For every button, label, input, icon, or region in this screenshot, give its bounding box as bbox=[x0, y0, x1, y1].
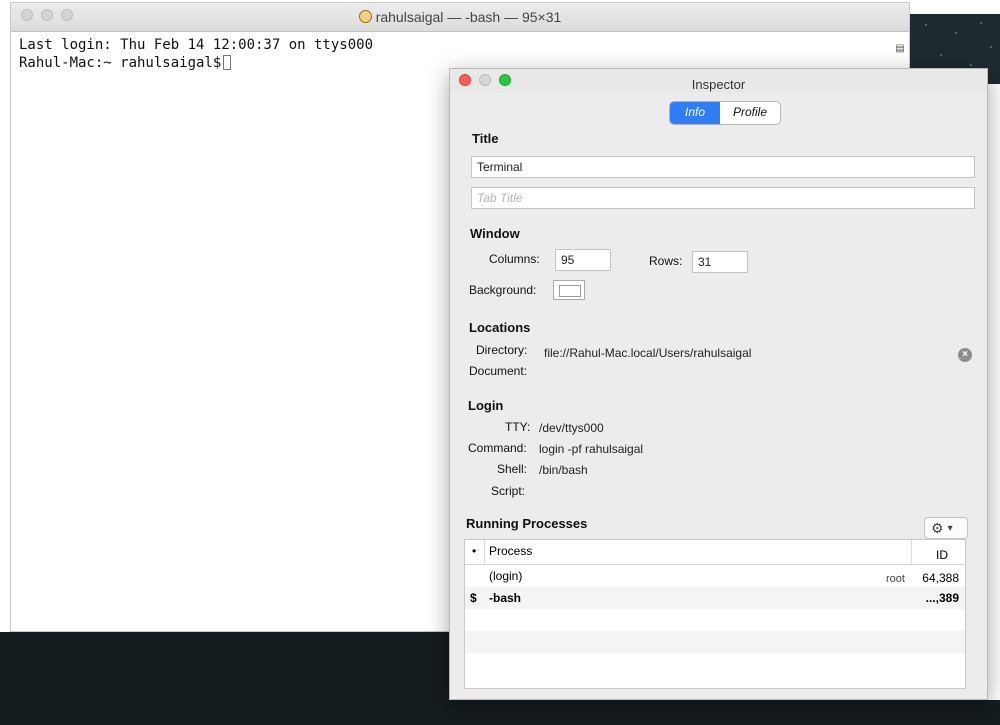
process-name: -bash bbox=[489, 591, 522, 605]
directory-label: Directory: bbox=[476, 343, 528, 357]
window-section-heading: Window bbox=[470, 226, 520, 241]
table-row[interactable]: $ -bash ...,389 bbox=[465, 587, 965, 609]
chevron-down-icon: ▾ bbox=[947, 523, 953, 534]
columns-label: Columns: bbox=[489, 252, 540, 266]
column-header-process[interactable]: Process bbox=[489, 544, 532, 558]
locations-section-heading: Locations bbox=[469, 320, 531, 335]
desktop-background-bottom bbox=[0, 632, 460, 725]
running-processes-heading: Running Processes bbox=[466, 516, 588, 531]
table-row-empty bbox=[465, 609, 965, 631]
table-row[interactable]: (login) root 64,388 bbox=[465, 565, 965, 587]
rows-field[interactable] bbox=[692, 251, 748, 273]
desktop-background-bottom-right bbox=[450, 700, 1000, 725]
gear-icon: ⚙ bbox=[931, 520, 944, 536]
scroll-handle-icon[interactable]: ▤ bbox=[895, 43, 905, 55]
tab-profile[interactable]: Profile bbox=[720, 102, 780, 124]
terminal-title-text: rahulsaigal — -bash — 95×31 bbox=[375, 9, 562, 25]
login-section-heading: Login bbox=[468, 398, 504, 413]
inspector-titlebar[interactable]: Inspector bbox=[450, 69, 987, 93]
script-label: Script: bbox=[491, 484, 526, 498]
command-value: login -pf rahulsaigal bbox=[539, 442, 644, 456]
inspector-window: Inspector Info Profile Title Window Colu… bbox=[449, 68, 988, 700]
document-label: Document: bbox=[469, 364, 528, 378]
clear-directory-icon[interactable]: × bbox=[958, 348, 972, 362]
tty-label: TTY: bbox=[505, 420, 531, 434]
columns-field[interactable] bbox=[555, 249, 611, 271]
inspector-tab-control: Info Profile bbox=[669, 101, 781, 125]
terminal-title: rahulsaigal — -bash — 95×31 bbox=[11, 9, 909, 25]
title-field[interactable] bbox=[471, 156, 975, 178]
background-color-well[interactable] bbox=[553, 280, 585, 300]
tab-title-field[interactable] bbox=[471, 187, 975, 209]
command-label: Command: bbox=[468, 441, 527, 455]
process-table: • Process ID (login) root 64,388 $ -bash… bbox=[464, 539, 966, 689]
background-label: Background: bbox=[469, 283, 537, 297]
tab-info[interactable]: Info bbox=[670, 102, 720, 124]
process-table-header: • Process ID bbox=[465, 540, 965, 565]
process-id: 64,388 bbox=[922, 571, 959, 585]
directory-value: file://Rahul-Mac.local/Users/rahulsaigal bbox=[544, 346, 752, 360]
title-section-heading: Title bbox=[472, 131, 499, 146]
inspector-title: Inspector bbox=[691, 77, 746, 92]
shell-label: Shell: bbox=[497, 462, 528, 476]
process-actions-button[interactable]: ⚙ ▾ bbox=[924, 517, 968, 539]
home-folder-icon bbox=[358, 10, 372, 23]
table-row-empty bbox=[465, 631, 965, 653]
terminal-titlebar[interactable]: rahulsaigal — -bash — 95×31 bbox=[11, 3, 909, 32]
tty-value: /dev/ttys000 bbox=[539, 421, 604, 435]
text-cursor bbox=[223, 55, 232, 70]
column-header-id[interactable]: ID bbox=[936, 548, 948, 562]
process-user: root bbox=[886, 573, 905, 585]
rows-label: Rows: bbox=[649, 254, 683, 268]
terminal-line: Last login: Thu Feb 14 12:00:37 on ttys0… bbox=[19, 37, 374, 53]
terminal-prompt: Rahul-Mac:~ rahulsaigal$ bbox=[19, 55, 222, 71]
process-marker: $ bbox=[470, 591, 477, 605]
process-id: ...,389 bbox=[925, 591, 959, 605]
shell-value: /bin/bash bbox=[539, 463, 588, 477]
column-header-marker[interactable]: • bbox=[472, 544, 476, 558]
process-name: (login) bbox=[489, 569, 523, 583]
table-row-empty bbox=[465, 653, 965, 675]
